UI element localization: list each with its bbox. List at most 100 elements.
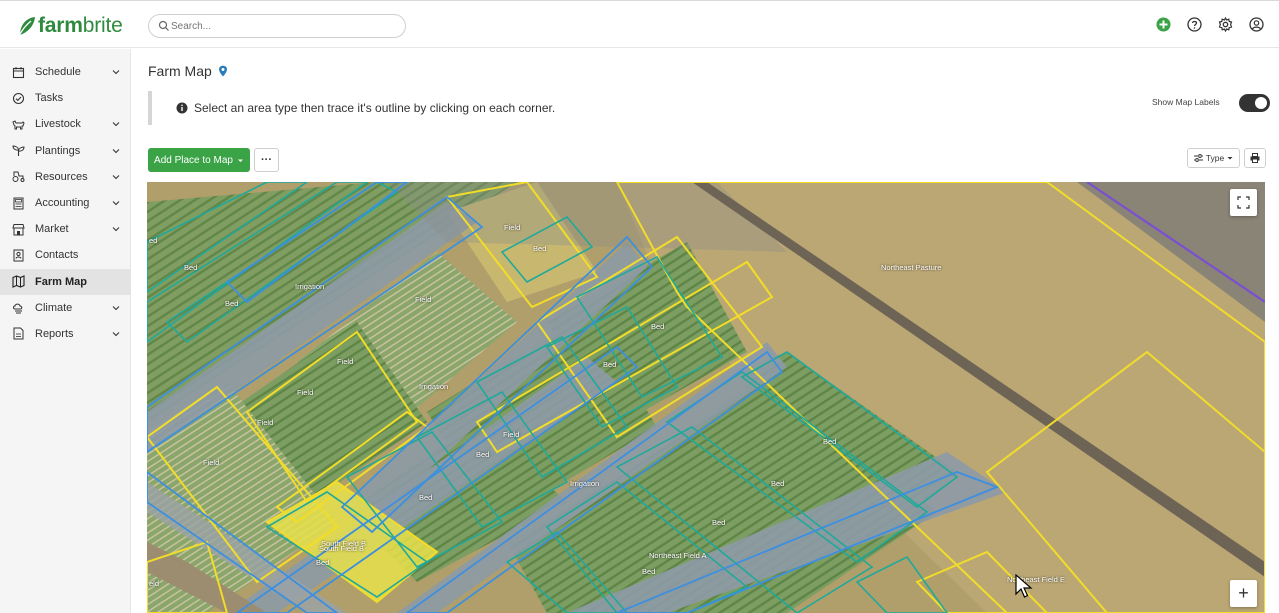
sidebar-item-livestock[interactable]: Livestock xyxy=(0,111,130,137)
sidebar-item-label: Resources xyxy=(35,170,88,183)
tractor-icon xyxy=(12,171,25,183)
map-label: Northeast Field A xyxy=(649,551,707,560)
map-label: Bed xyxy=(225,299,239,308)
sidebar-item-label: Tasks xyxy=(35,92,64,105)
mouse-cursor-icon xyxy=(1015,574,1033,598)
sidebar-item-label: Farm Map xyxy=(35,275,87,288)
sidebar-item-label: Schedule xyxy=(35,66,81,79)
leaf-logo-icon xyxy=(18,17,35,37)
chevron-down-icon xyxy=(112,201,120,206)
sidebar-item-contacts[interactable]: Contacts xyxy=(0,242,130,268)
sidebar-item-label: Reports xyxy=(35,327,74,340)
map-label: Field xyxy=(337,357,354,366)
calendar-icon xyxy=(12,66,25,78)
map-label: Bed xyxy=(712,518,726,527)
sidebar: Schedule Tasks Livestock Plantings Resou… xyxy=(0,49,131,613)
search-icon xyxy=(158,20,169,31)
store-icon xyxy=(12,223,25,236)
map-label: Bed xyxy=(316,558,330,567)
type-label: Type xyxy=(1205,153,1225,163)
caret-down-icon xyxy=(237,159,243,162)
add-circle-icon[interactable] xyxy=(1155,16,1172,33)
sidebar-item-accounting[interactable]: Accounting xyxy=(0,190,130,216)
fullscreen-button[interactable] xyxy=(1230,189,1257,216)
map-label: Bed xyxy=(419,493,433,502)
toggle-knob xyxy=(1255,97,1267,109)
map-label: Field xyxy=(203,458,220,467)
map-label: Bed xyxy=(823,437,837,446)
filter-sliders-icon xyxy=(1193,154,1203,162)
map-label: Northeast Pasture xyxy=(881,263,942,272)
check-circle-icon xyxy=(12,92,25,104)
sidebar-item-label: Climate xyxy=(35,301,73,314)
sidebar-item-plantings[interactable]: Plantings xyxy=(0,138,130,164)
chevron-down-icon xyxy=(112,331,120,337)
more-label: ··· xyxy=(261,154,272,166)
page-title-text: Farm Map xyxy=(148,63,212,79)
report-icon xyxy=(13,327,24,340)
type-filter-button[interactable]: Type xyxy=(1187,148,1240,168)
sidebar-item-tasks[interactable]: Tasks xyxy=(0,85,130,111)
sidebar-item-reports[interactable]: Reports xyxy=(0,321,130,347)
info-icon xyxy=(176,102,188,114)
chevron-down-icon xyxy=(112,148,120,153)
sidebar-item-label: Contacts xyxy=(35,249,79,262)
map-label: eld xyxy=(149,579,160,588)
map-icon xyxy=(12,275,25,288)
map-label: Irrigation xyxy=(570,479,600,488)
print-icon xyxy=(1250,153,1260,163)
sidebar-item-farm-map[interactable]: Farm Map xyxy=(0,268,130,295)
sidebar-item-label: Livestock xyxy=(35,118,81,131)
add-place-to-map-button[interactable]: Add Place to Map xyxy=(148,148,250,172)
sidebar-item-label: Market xyxy=(35,223,69,236)
map-label: South Field B xyxy=(319,544,365,553)
add-place-label: Add Place to Map xyxy=(154,154,233,166)
show-map-labels-toggle[interactable] xyxy=(1239,94,1270,112)
satellite-imagery xyxy=(147,182,1265,613)
info-banner: Select an area type then trace it's outl… xyxy=(148,91,748,125)
sidebar-item-label: Accounting xyxy=(35,197,90,210)
farm-map-canvas[interactable]: Field Bed Northeast Pasture Irrigation F… xyxy=(147,182,1265,613)
search-input[interactable] xyxy=(171,18,397,34)
map-label: Bed xyxy=(476,450,490,459)
map-label: Field xyxy=(257,418,274,427)
fullscreen-icon xyxy=(1237,196,1250,209)
weather-icon xyxy=(13,303,23,314)
account-icon[interactable] xyxy=(1248,16,1265,33)
calculator-icon xyxy=(13,197,24,210)
help-icon[interactable] xyxy=(1186,16,1203,33)
chevron-down-icon xyxy=(112,227,120,232)
livestock-icon xyxy=(12,120,25,130)
zoom-in-label: + xyxy=(1238,583,1249,603)
farmbrite-logo[interactable]: farmbrite xyxy=(16,13,123,39)
map-label: Bed xyxy=(603,360,617,369)
print-button[interactable] xyxy=(1244,148,1266,168)
search-box[interactable] xyxy=(148,14,406,38)
map-label: Bed xyxy=(184,263,198,272)
map-label: Field xyxy=(504,223,521,232)
sidebar-item-climate[interactable]: Climate xyxy=(0,295,130,321)
zoom-in-button[interactable]: + xyxy=(1230,580,1257,607)
sprout-icon xyxy=(12,145,25,157)
main-content: Farm Map Select an area type then trace … xyxy=(132,49,1279,613)
more-options-button[interactable]: ··· xyxy=(254,148,279,172)
settings-gear-icon[interactable] xyxy=(1217,16,1234,33)
map-label: Bed xyxy=(533,244,547,253)
map-label: ed xyxy=(149,236,158,245)
map-label: Bed xyxy=(771,479,785,488)
sidebar-item-schedule[interactable]: Schedule xyxy=(0,59,130,85)
map-pin-icon[interactable] xyxy=(218,65,228,77)
chevron-down-icon xyxy=(112,305,120,310)
sidebar-item-market[interactable]: Market xyxy=(0,216,130,242)
chevron-down-icon xyxy=(112,174,120,180)
sidebar-item-label: Plantings xyxy=(35,144,81,157)
show-map-labels-label: Show Map Labels xyxy=(1152,97,1220,107)
sidebar-item-resources[interactable]: Resources xyxy=(0,164,130,190)
map-label: Field xyxy=(415,295,432,304)
page-title: Farm Map xyxy=(148,63,228,79)
logo-text: farmbrite xyxy=(38,14,123,37)
map-label: Bed xyxy=(642,567,656,576)
map-label: Field xyxy=(503,430,520,439)
top-bar: farmbrite xyxy=(0,0,1279,48)
map-label: Field xyxy=(297,388,314,397)
